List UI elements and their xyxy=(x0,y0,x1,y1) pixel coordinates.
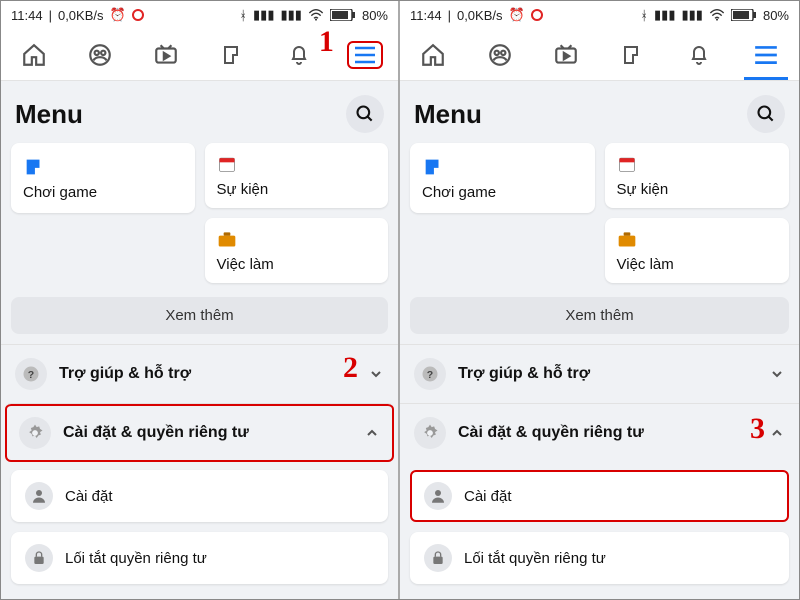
bluetooth-icon: ᚼ xyxy=(239,8,247,23)
gear-icon xyxy=(414,417,446,449)
gaming-icon xyxy=(23,156,183,178)
help-icon: ? xyxy=(15,358,47,390)
nav-menu[interactable]: 1 xyxy=(337,31,393,79)
signal-icon: ▮▮▮ xyxy=(253,7,274,23)
chevron-up-icon xyxy=(364,425,380,441)
status-net: 0,0KB/s xyxy=(457,8,503,23)
annotation-2: 2 xyxy=(343,351,358,385)
gear-icon xyxy=(19,417,51,449)
subrow-settings[interactable]: Cài đặt xyxy=(410,470,789,522)
panel-step3: 11:44 | 0,0KB/s ⏰ ᚼ▮▮▮▮▮▮ 80% xyxy=(400,1,799,599)
row-label: Trợ giúp & hỗ trợ xyxy=(59,365,356,383)
wifi-icon xyxy=(308,9,324,21)
annotation-1: 1 xyxy=(319,25,334,59)
alarm-icon: ⏰ xyxy=(110,7,126,23)
search-button[interactable] xyxy=(346,95,384,133)
card-label: Chơi game xyxy=(23,184,183,201)
status-bar: 11:44 | 0,0KB/s ⏰ ᚼ▮▮▮▮▮▮ 80% xyxy=(400,1,799,29)
nav-notifications[interactable] xyxy=(671,31,727,79)
battery-icon xyxy=(330,9,356,21)
subrow-privacy-shortcut[interactable]: Lối tắt quyền riêng tư xyxy=(11,532,388,584)
row-help[interactable]: ? Trợ giúp & hỗ trợ 2 xyxy=(1,344,398,403)
battery-pct: 80% xyxy=(362,8,388,23)
subrow-label: Cài đặt xyxy=(65,488,113,505)
row-label: Cài đặt & quyền riêng tư xyxy=(63,424,352,442)
status-net: 0,0KB/s xyxy=(58,8,104,23)
card-events[interactable]: Sự kiện xyxy=(605,143,790,208)
nav-menu[interactable] xyxy=(738,31,794,79)
top-nav xyxy=(400,29,799,81)
person-icon xyxy=(25,482,53,510)
card-label: Chơi game xyxy=(422,184,583,201)
card-gaming[interactable]: Chơi game xyxy=(11,143,195,213)
calendar-icon xyxy=(617,153,778,175)
lock-icon xyxy=(25,544,53,572)
status-right: ᚼ ▮▮▮ ▮▮▮ 80% xyxy=(239,7,388,23)
subrow-privacy-shortcut[interactable]: Lối tắt quyền riêng tư xyxy=(410,532,789,584)
card-label: Việc làm xyxy=(617,256,778,273)
card-label: Sự kiện xyxy=(617,181,778,198)
status-right: ᚼ▮▮▮▮▮▮ 80% xyxy=(640,7,789,23)
row-label: Trợ giúp & hỗ trợ xyxy=(458,365,757,383)
nav-home[interactable] xyxy=(405,31,461,79)
svg-text:?: ? xyxy=(427,369,433,381)
page-title: Menu xyxy=(15,99,83,130)
briefcase-icon xyxy=(217,228,377,250)
subrow-label: Lối tắt quyền riêng tư xyxy=(65,550,207,567)
status-time: 11:44 xyxy=(410,8,442,23)
see-more-button[interactable]: Xem thêm xyxy=(11,297,388,334)
person-icon xyxy=(424,482,452,510)
card-events[interactable]: Sự kiện xyxy=(205,143,389,208)
page-title: Menu xyxy=(414,99,482,130)
see-more-button[interactable]: Xem thêm xyxy=(410,297,789,334)
card-label: Sự kiện xyxy=(217,181,377,198)
nav-groups[interactable] xyxy=(72,31,128,79)
chevron-down-icon xyxy=(368,366,384,382)
nav-watch[interactable] xyxy=(538,31,594,79)
search-button[interactable] xyxy=(747,95,785,133)
gaming-icon xyxy=(422,156,583,178)
chevron-down-icon xyxy=(769,366,785,382)
nav-gaming[interactable] xyxy=(205,31,261,79)
chevron-up-icon xyxy=(769,425,785,441)
briefcase-icon xyxy=(617,228,778,250)
alarm-icon: ⏰ xyxy=(509,7,525,23)
battery-pct: 80% xyxy=(763,8,789,23)
nav-home[interactable] xyxy=(6,31,62,79)
annotation-3: 3 xyxy=(750,412,765,446)
target-icon xyxy=(531,9,543,21)
nav-gaming[interactable] xyxy=(605,31,661,79)
subrow-label: Lối tắt quyền riêng tư xyxy=(464,550,606,567)
card-gaming[interactable]: Chơi game xyxy=(410,143,595,213)
status-time: 11:44 xyxy=(11,8,43,23)
row-help[interactable]: ? Trợ giúp & hỗ trợ xyxy=(400,344,799,403)
row-label: Cài đặt & quyền riêng tư xyxy=(458,424,757,442)
subrow-label: Cài đặt xyxy=(464,488,512,505)
card-jobs[interactable]: Việc làm xyxy=(205,218,389,283)
signal-icon: ▮▮▮ xyxy=(281,7,302,23)
card-jobs[interactable]: Việc làm xyxy=(605,218,790,283)
help-icon: ? xyxy=(414,358,446,390)
hamburger-icon xyxy=(347,41,383,69)
nav-groups[interactable] xyxy=(472,31,528,79)
row-settings-privacy[interactable]: Cài đặt & quyền riêng tư 3 xyxy=(400,403,799,462)
row-settings-privacy[interactable]: Cài đặt & quyền riêng tư xyxy=(5,403,394,462)
svg-text:?: ? xyxy=(28,369,34,381)
status-bar: 11:44 | 0,0KB/s ⏰ ᚼ ▮▮▮ ▮▮▮ 80% xyxy=(1,1,398,29)
subrow-settings[interactable]: Cài đặt xyxy=(11,470,388,522)
calendar-icon xyxy=(217,153,377,175)
panel-step1-2: 11:44 | 0,0KB/s ⏰ ᚼ ▮▮▮ ▮▮▮ 80% xyxy=(1,1,400,599)
top-nav: 1 xyxy=(1,29,398,81)
nav-watch[interactable] xyxy=(138,31,194,79)
lock-icon xyxy=(424,544,452,572)
target-icon xyxy=(132,9,144,21)
card-label: Việc làm xyxy=(217,256,377,273)
